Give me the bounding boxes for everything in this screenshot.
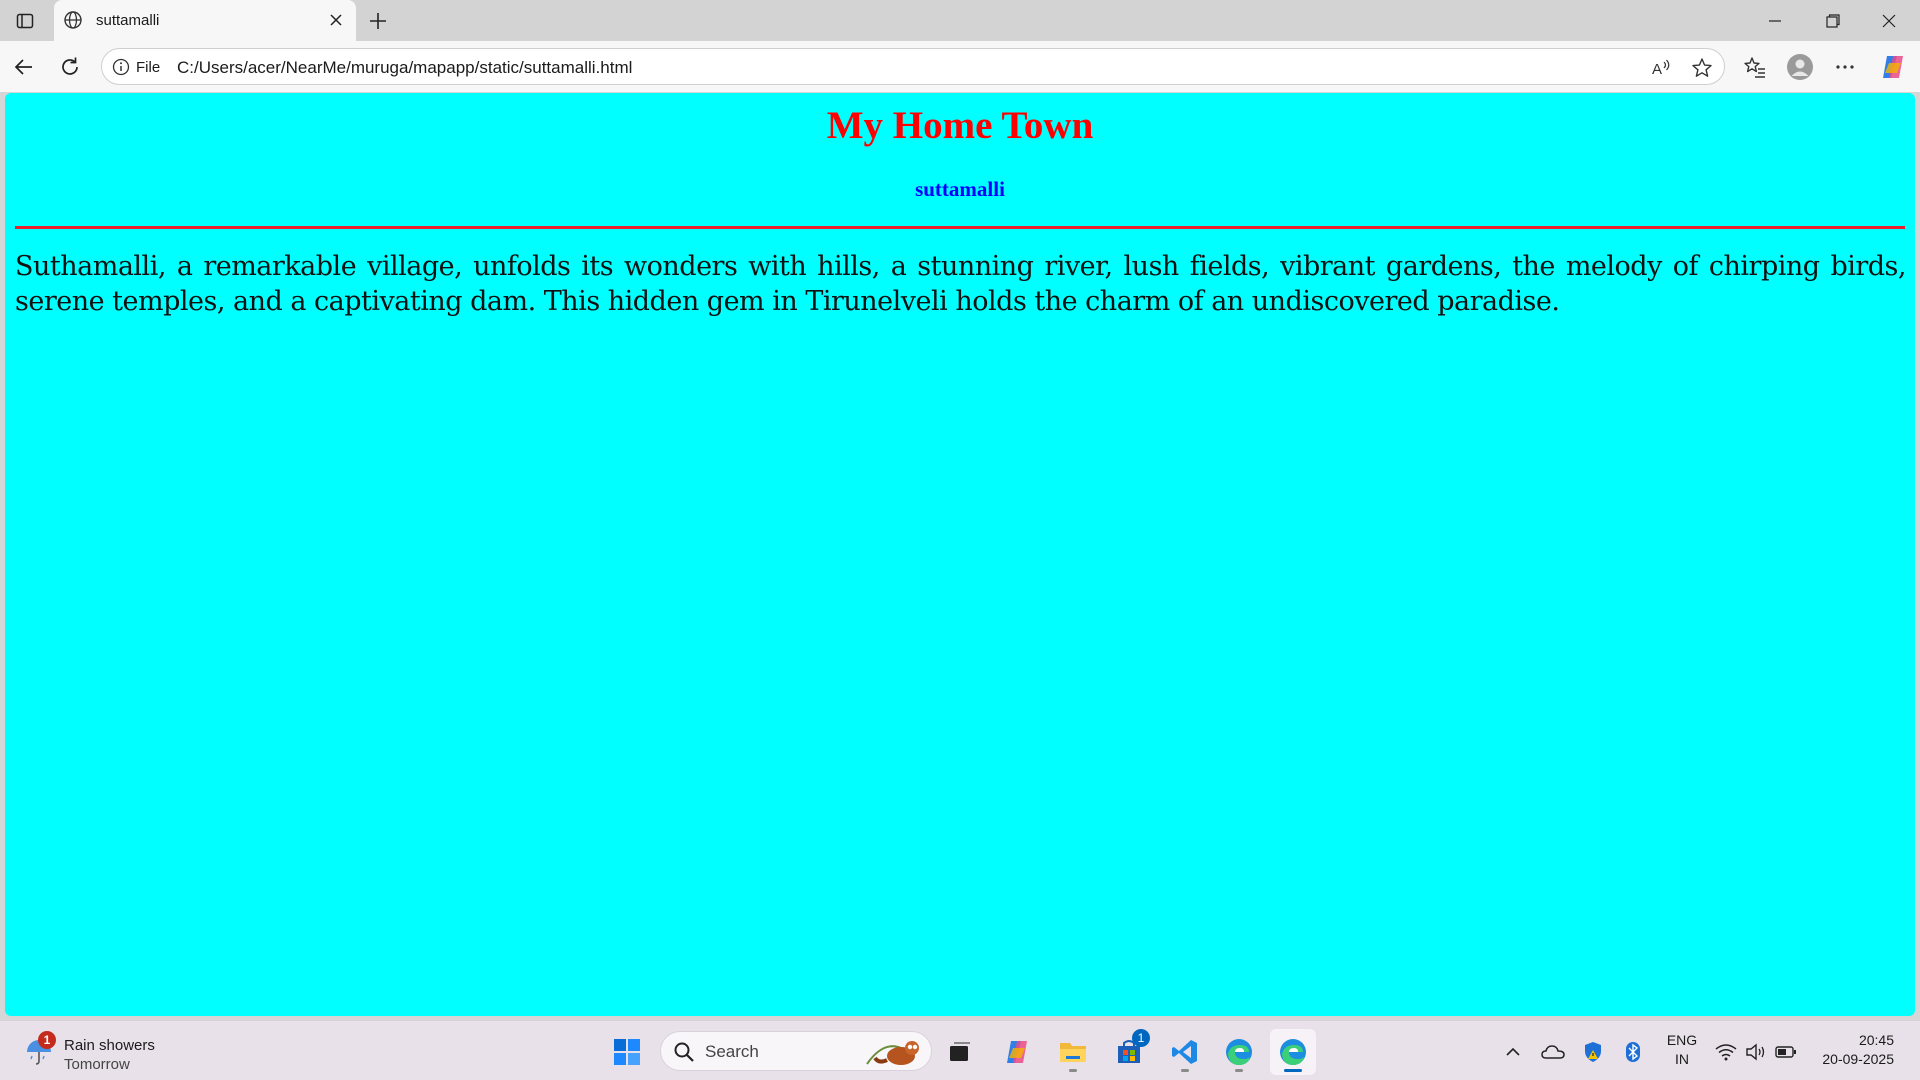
vscode-icon[interactable] <box>1162 1029 1208 1075</box>
favorites-icon[interactable] <box>1740 52 1770 82</box>
favorite-star-icon[interactable] <box>1690 56 1714 80</box>
weather-condition: Rain showers <box>64 1037 155 1054</box>
security-shield-icon[interactable] <box>1580 1039 1606 1065</box>
battery-icon[interactable] <box>1773 1039 1799 1065</box>
start-button[interactable] <box>604 1029 650 1075</box>
close-tab-icon[interactable] <box>326 10 346 30</box>
taskbar: 1 Rain showers Tomorrow Search 1 ENG IN … <box>0 1020 1920 1080</box>
weather-when: Tomorrow <box>64 1056 130 1073</box>
tab-strip: suttamalli <box>0 0 1920 41</box>
address-bar[interactable]: File C:/Users/acer/NearMe/muruga/mapapp/… <box>101 48 1725 85</box>
weather-widget[interactable]: 1 Rain showers Tomorrow <box>22 1031 182 1073</box>
task-view-button[interactable] <box>937 1029 983 1075</box>
copilot-app-icon[interactable] <box>994 1029 1040 1075</box>
minimize-button[interactable] <box>1752 6 1798 36</box>
taskbar-search[interactable]: Search <box>660 1031 932 1071</box>
red-panda-search-art-icon <box>865 1034 925 1070</box>
file-explorer-icon[interactable] <box>1050 1029 1096 1075</box>
svg-text:A: A <box>1652 61 1662 78</box>
search-placeholder: Search <box>705 1042 759 1061</box>
bluetooth-icon[interactable] <box>1620 1039 1646 1065</box>
copilot-icon[interactable] <box>1878 52 1908 82</box>
read-aloud-icon[interactable]: A <box>1650 56 1674 80</box>
new-tab-button[interactable] <box>364 7 392 35</box>
globe-icon <box>63 10 83 30</box>
horizontal-rule <box>15 226 1905 229</box>
search-icon <box>673 1041 695 1063</box>
edge-icon[interactable] <box>1216 1029 1262 1075</box>
page-viewport: My Home Town suttamalli Suthamalli, a re… <box>5 93 1915 1016</box>
weather-badge: 1 <box>38 1031 56 1049</box>
scheme-label: File <box>136 59 161 76</box>
browser-toolbar: File C:/Users/acer/NearMe/muruga/mapapp/… <box>0 41 1920 92</box>
language-line1: ENG <box>1666 1032 1698 1048</box>
back-button[interactable] <box>8 51 40 83</box>
tab-suttamalli[interactable]: suttamalli <box>54 0 356 41</box>
url-text[interactable]: C:/Users/acer/NearMe/muruga/mapapp/stati… <box>177 58 632 78</box>
profile-avatar[interactable] <box>1785 52 1815 82</box>
tab-title: suttamalli <box>96 12 160 29</box>
restore-button[interactable] <box>1810 6 1856 36</box>
wifi-icon[interactable] <box>1713 1039 1739 1065</box>
clock-time: 20:45 <box>1858 1032 1894 1048</box>
language-indicator[interactable]: ENG IN <box>1664 1031 1700 1069</box>
close-window-button[interactable] <box>1866 6 1912 36</box>
page-paragraph: Suthamalli, a remarkable village, unfold… <box>15 251 1907 317</box>
microsoft-store-icon[interactable]: 1 <box>1106 1029 1152 1075</box>
chevron-up-icon[interactable] <box>1500 1039 1526 1065</box>
store-badge: 1 <box>1132 1029 1150 1047</box>
refresh-button[interactable] <box>54 51 86 83</box>
clock[interactable]: 20:45 20-09-2025 <box>1812 1031 1894 1069</box>
clock-date: 20-09-2025 <box>1822 1051 1894 1067</box>
language-line2: IN <box>1675 1051 1689 1067</box>
edge-active-icon[interactable] <box>1270 1029 1316 1075</box>
page-heading: My Home Town <box>826 104 1094 147</box>
info-icon[interactable] <box>112 58 130 76</box>
onedrive-icon[interactable] <box>1540 1039 1566 1065</box>
tab-actions-icon[interactable] <box>10 8 40 34</box>
page-subheading: suttamalli <box>915 177 1005 201</box>
volume-icon[interactable] <box>1743 1039 1769 1065</box>
more-options-icon[interactable] <box>1830 52 1860 82</box>
